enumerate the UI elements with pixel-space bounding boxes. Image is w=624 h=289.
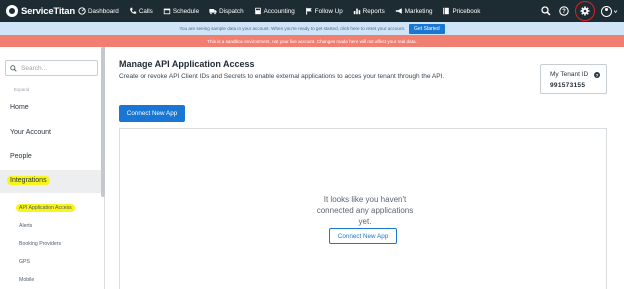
sidebar-subitem-mobile[interactable]: Mobile — [19, 277, 34, 283]
nav-item-marketing[interactable]: Marketing — [395, 7, 433, 15]
sidebar-subitem-booking-providers[interactable]: Booking Providers — [19, 241, 61, 247]
svg-text:?: ? — [562, 9, 566, 15]
sidebar-item-label: Integrations — [7, 176, 50, 185]
sample-data-text: You are seeing sample data in your accou… — [179, 26, 406, 31]
sidebar-item-people[interactable]: People — [10, 153, 32, 160]
get-started-button[interactable]: Get Started — [409, 23, 445, 34]
search-icon — [10, 64, 17, 72]
nav-item-dashboard[interactable]: Dashboard — [78, 7, 119, 15]
sidebar-item-home[interactable]: Home — [10, 104, 29, 111]
nav-label: Accounting — [263, 7, 295, 15]
empty-state-line: It looks like you haven't — [323, 195, 407, 204]
tenant-id-value: 991573155 — [550, 82, 586, 89]
logo[interactable]: ServiceTitan — [6, 5, 78, 17]
phone-icon — [130, 7, 137, 14]
book-icon — [443, 7, 450, 15]
chart-icon — [353, 8, 360, 15]
page-title: Manage API Application Access — [119, 59, 255, 69]
sidebar-search-input[interactable]: Search... — [5, 60, 98, 76]
sandbox-text: This is a sandbox environment, not your … — [207, 38, 417, 44]
calendar-icon — [163, 8, 171, 15]
nav-label: Schedule — [172, 7, 200, 15]
sidebar-subitem-alerts[interactable]: Alerts — [19, 223, 32, 229]
megaphone-icon — [395, 8, 402, 14]
expand-toggle[interactable]: Expand — [14, 87, 29, 92]
sidebar-scrollbar[interactable] — [101, 47, 105, 197]
sample-data-banner: You are seeing sample data in your accou… — [0, 22, 624, 35]
sidebar-subitem-gps[interactable]: GPS — [19, 259, 30, 265]
help-icon[interactable]: ? — [594, 72, 600, 78]
tenant-id-label: My Tenant ID — [550, 71, 589, 78]
nav-label: Calls — [138, 7, 153, 15]
top-nav: ServiceTitan Dashboard Calls Schedule Di… — [0, 0, 624, 22]
nav-label: Reports — [362, 7, 385, 15]
nav-label: Dispatch — [219, 7, 244, 15]
empty-state-line: yet. — [358, 217, 372, 226]
search-icon[interactable] — [541, 6, 551, 16]
empty-state-line: connected any applications — [316, 206, 414, 215]
help-icon[interactable]: ? — [559, 6, 569, 16]
sidebar — [0, 47, 105, 289]
nav-items: Dashboard Calls Schedule Dispatch Accoun… — [78, 7, 490, 15]
nav-label: Marketing — [404, 7, 433, 15]
empty-state-connect-button[interactable]: Connect New App — [329, 228, 397, 244]
avatar-icon[interactable] — [601, 5, 612, 17]
nav-item-calls[interactable]: Calls — [129, 7, 153, 15]
gear-button[interactable] — [575, 1, 595, 21]
sidebar-item-your-account[interactable]: Your Account — [10, 129, 51, 136]
truck-icon — [209, 9, 217, 15]
sandbox-banner: This is a sandbox environment, not your … — [0, 35, 624, 47]
accounting-icon — [254, 7, 261, 15]
search-placeholder: Search... — [21, 64, 48, 72]
nav-item-reports[interactable]: Reports — [353, 7, 385, 15]
nav-right: ? — [533, 0, 618, 22]
nav-label: Follow Up — [314, 7, 343, 15]
chevron-down-icon[interactable] — [613, 9, 618, 14]
nav-item-accounting[interactable]: Accounting — [254, 7, 295, 15]
sidebar-item-integrations[interactable]: Integrations — [7, 176, 50, 185]
nav-item-dispatch[interactable]: Dispatch — [209, 7, 244, 15]
sidebar-subitem-label: API Application Access — [16, 204, 75, 212]
nav-item-schedule[interactable]: Schedule — [163, 7, 199, 15]
tenant-id-card: My Tenant ID ? 991573155 — [540, 64, 607, 94]
brand-name: ServiceTitan — [21, 5, 75, 17]
nav-item-follow-up[interactable]: Follow Up — [305, 7, 343, 15]
empty-state-message: It looks like you haven't connected any … — [305, 194, 425, 227]
connect-new-app-button[interactable]: Connect New App — [119, 105, 185, 122]
sidebar-subitem-api-application-access[interactable]: API Application Access — [16, 204, 75, 212]
dashboard-icon — [78, 7, 86, 15]
logo-mark-icon — [6, 5, 18, 17]
nav-item-pricebook[interactable]: Pricebook — [442, 7, 480, 15]
nav-label: Pricebook — [452, 7, 481, 15]
flag-icon — [305, 7, 312, 15]
nav-label: Dashboard — [88, 7, 119, 15]
gear-icon — [580, 6, 590, 16]
page-description: Create or revoke API Client IDs and Secr… — [119, 73, 445, 80]
